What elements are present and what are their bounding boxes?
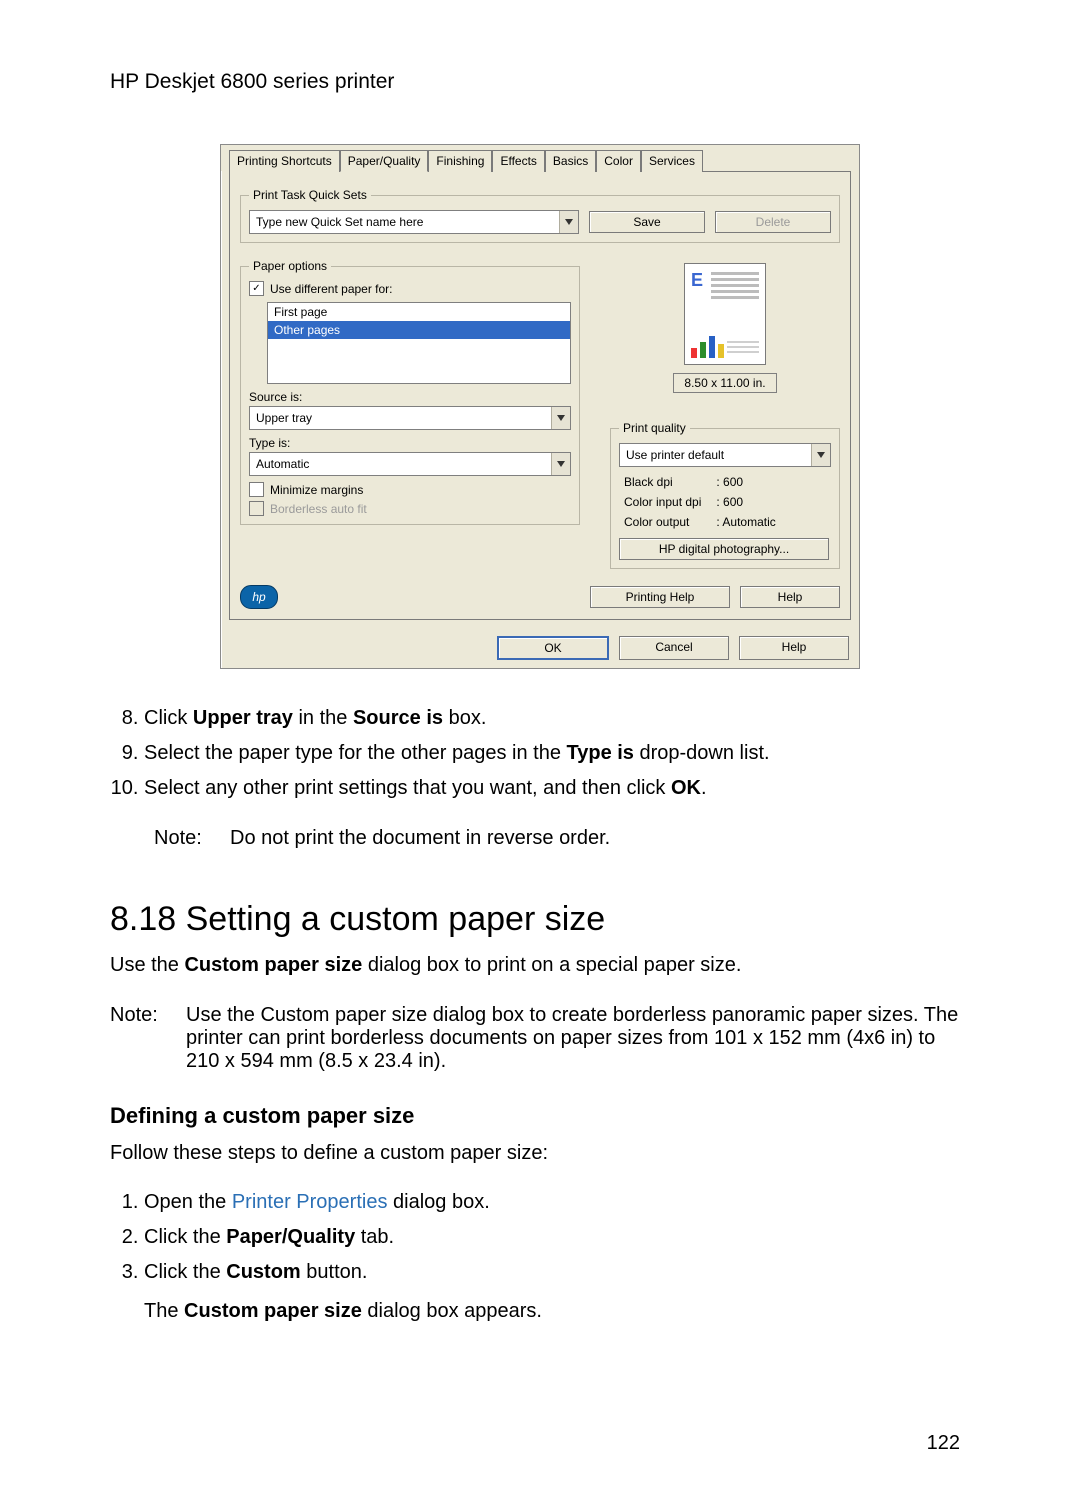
quickset-name-combo[interactable]: Type new Quick Set name here [249,210,579,234]
quicksets-legend: Print Task Quick Sets [249,188,371,202]
preview-size-label: 8.50 x 11.00 in. [673,373,776,393]
page-number: 122 [927,1432,960,1455]
list-item[interactable]: First page [268,303,570,321]
preview-letter: E [691,270,703,291]
paragraph: Follow these steps to define a custom pa… [110,1139,970,1168]
paragraph: Use the Custom paper size dialog box to … [110,951,970,980]
chevron-down-icon[interactable] [551,453,570,475]
help-button[interactable]: Help [740,586,840,608]
cancel-button[interactable]: Cancel [619,636,729,660]
preview-lines-icon [711,272,759,302]
instruction-list-8-10: Click Upper tray in the Source is box. S… [110,704,970,803]
note-row: Note: Use the Custom paper size dialog b… [110,1004,970,1073]
note-label: Note: [154,827,212,850]
print-quality-specs: Black dpi: 600 Color input dpi: 600 Colo… [619,467,779,538]
list-item[interactable]: Other pages [268,321,570,339]
instruction-list-1-3: Open the Printer Properties dialog box. … [110,1188,970,1326]
spec-label: Black dpi [623,473,713,491]
chevron-down-icon[interactable] [551,407,570,429]
tab-color[interactable]: Color [596,150,641,172]
print-properties-dialog: Printing Shortcuts Paper/Quality Finishi… [220,144,860,669]
note-text: Use the Custom paper size dialog box to … [186,1004,970,1073]
list-item: Click the Custom button. The Custom pape… [144,1258,970,1326]
hp-logo-icon: hp [240,585,278,609]
type-is-value: Automatic [250,453,551,475]
hp-digital-photography-button[interactable]: HP digital photography... [619,538,829,560]
tab-basics[interactable]: Basics [545,150,596,172]
save-button[interactable]: Save [589,211,705,233]
page-preview-icon: E [684,263,766,365]
spec-value: : 600 [715,493,776,511]
sub-heading: Defining a custom paper size [110,1103,970,1129]
use-different-paper-label: Use different paper for: [270,282,393,296]
minimize-margins-label: Minimize margins [270,483,363,497]
type-is-combo[interactable]: Automatic [249,452,571,476]
list-item: Select the paper type for the other page… [144,739,970,768]
preview-chart-icon [691,336,724,358]
list-item: Click Upper tray in the Source is box. [144,704,970,733]
checkbox-check-icon: ✓ [249,281,264,296]
borderless-auto-fit-checkbox: Borderless auto fit [249,501,571,516]
note-label: Note: [110,1004,168,1073]
footer-help-button[interactable]: Help [739,636,849,660]
source-is-label: Source is: [249,390,571,404]
preview-underlines-icon [727,341,759,356]
section-heading: 8.18 Setting a custom paper size [110,900,970,939]
use-different-paper-checkbox[interactable]: ✓ Use different paper for: [249,281,571,296]
note-text: Do not print the document in reverse ord… [230,827,610,850]
print-quality-legend: Print quality [619,421,690,435]
chevron-down-icon[interactable] [559,211,578,233]
tab-finishing[interactable]: Finishing [428,150,492,172]
spec-value: : 600 [715,473,776,491]
ok-button[interactable]: OK [497,636,609,660]
checkbox-box-icon [249,501,264,516]
source-is-combo[interactable]: Upper tray [249,406,571,430]
spec-value: : Automatic [715,513,776,531]
chevron-down-icon[interactable] [811,444,830,466]
tab-bar: Printing Shortcuts Paper/Quality Finishi… [221,145,859,171]
list-item: Open the Printer Properties dialog box. [144,1188,970,1217]
tab-printing-shortcuts[interactable]: Printing Shortcuts [229,150,340,172]
borderless-auto-fit-label: Borderless auto fit [270,502,367,516]
page-header: HP Deskjet 6800 series printer [110,70,970,94]
source-is-value: Upper tray [250,407,551,429]
list-item: Select any other print settings that you… [144,774,970,803]
list-item: Click the Paper/Quality tab. [144,1223,970,1252]
print-quality-value: Use printer default [620,444,811,466]
printer-properties-link[interactable]: Printer Properties [232,1191,388,1213]
quicksets-group: Print Task Quick Sets Type new Quick Set… [240,188,840,243]
paragraph: The Custom paper size dialog box appears… [144,1297,970,1326]
quickset-name-value: Type new Quick Set name here [250,211,559,233]
type-is-label: Type is: [249,436,571,450]
print-quality-combo[interactable]: Use printer default [619,443,831,467]
printing-help-button[interactable]: Printing Help [590,586,730,608]
checkbox-box-icon [249,482,264,497]
tab-effects[interactable]: Effects [492,150,544,172]
spec-label: Color output [623,513,713,531]
print-quality-group: Print quality Use printer default Black … [610,421,840,569]
tab-services[interactable]: Services [641,150,703,172]
paper-options-group: Paper options ✓ Use different paper for:… [240,259,580,525]
paper-options-legend: Paper options [249,259,331,273]
delete-button: Delete [715,211,831,233]
note-row: Note: Do not print the document in rever… [154,827,970,850]
tab-paper-quality[interactable]: Paper/Quality [340,150,429,172]
spec-label: Color input dpi [623,493,713,511]
minimize-margins-checkbox[interactable]: Minimize margins [249,482,571,497]
paper-pages-listbox[interactable]: First page Other pages [267,302,571,384]
